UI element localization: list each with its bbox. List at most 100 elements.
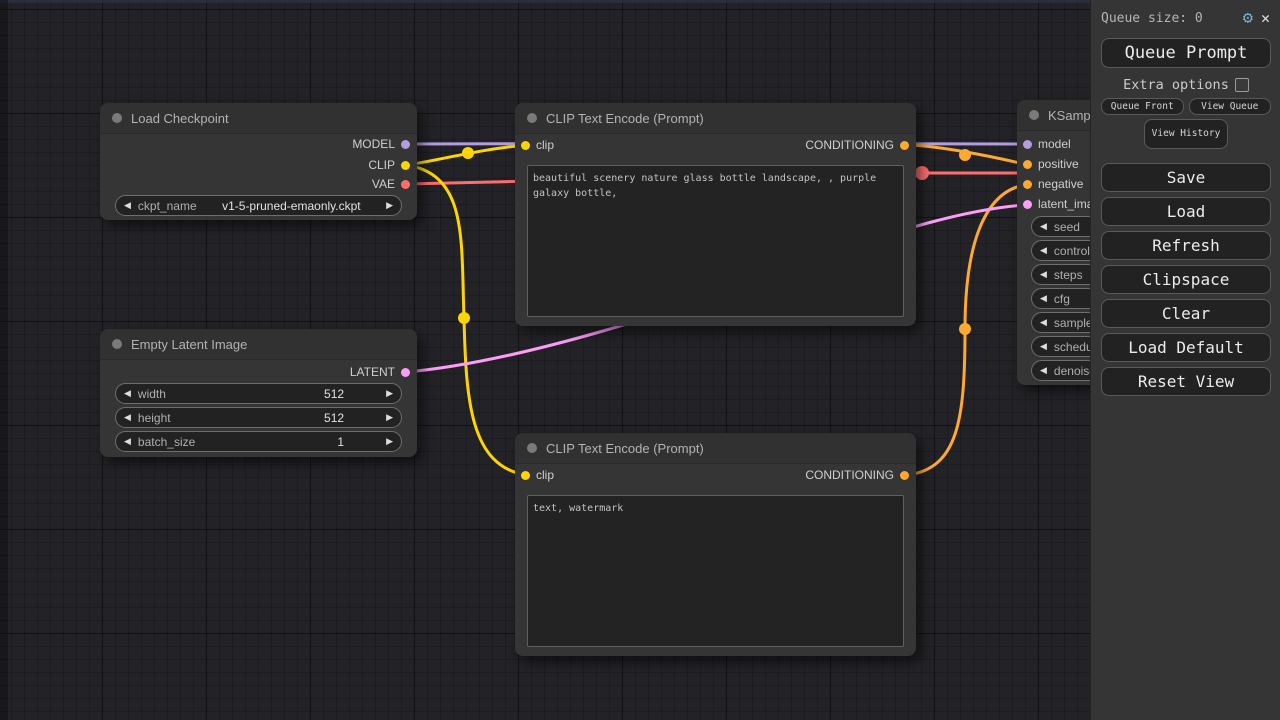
slot-label: positive <box>1038 157 1079 171</box>
right-arrow-icon[interactable]: ▶ <box>386 388 393 399</box>
output-slot-latent[interactable]: LATENT <box>350 365 410 379</box>
left-arrow-icon[interactable]: ◀ <box>124 436 131 447</box>
node-empty-latent-image[interactable]: Empty Latent Image LATENT ◀ width 512 ▶ … <box>100 329 417 457</box>
extra-options-label: Extra options <box>1123 77 1229 93</box>
conditioning-port-icon[interactable] <box>900 471 909 480</box>
collapse-dot-icon[interactable] <box>112 339 122 349</box>
ckpt-name-widget[interactable]: ◀ ckpt_name v1-5-pruned-emaonly.ckpt ▶ <box>115 195 402 216</box>
queue-controls-row: Queue Front View Queue <box>1101 98 1271 115</box>
output-slot-clip[interactable]: CLIP <box>368 158 410 172</box>
widget-value: 1 <box>337 435 344 449</box>
slot-label: model <box>1038 137 1071 151</box>
left-arrow-icon[interactable]: ◀ <box>1040 341 1047 352</box>
node-clip-text-encode-positive[interactable]: CLIP Text Encode (Prompt) clip CONDITION… <box>515 103 916 326</box>
clip-port-icon[interactable] <box>521 471 530 480</box>
left-arrow-icon[interactable]: ◀ <box>1040 245 1047 256</box>
menu-header: Queue size: 0 ⚙ ✕ <box>1091 0 1280 27</box>
load-default-button[interactable]: Load Default <box>1101 333 1271 362</box>
clipspace-button[interactable]: Clipspace <box>1101 265 1271 294</box>
canvas-top-edge <box>0 0 1280 3</box>
settings-gear-icon[interactable]: ⚙ <box>1243 10 1253 27</box>
close-icon[interactable]: ✕ <box>1261 11 1270 26</box>
left-arrow-icon[interactable]: ◀ <box>124 200 131 211</box>
node-load-checkpoint[interactable]: Load Checkpoint MODEL CLIP VAE ◀ ckpt_na… <box>100 103 417 220</box>
node-title: CLIP Text Encode (Prompt) <box>546 111 704 126</box>
extra-options-row: Extra options <box>1091 77 1280 93</box>
model-port-icon[interactable] <box>1023 140 1032 149</box>
left-arrow-icon[interactable]: ◀ <box>1040 365 1047 376</box>
widget-label: height <box>138 411 171 425</box>
node-title: CLIP Text Encode (Prompt) <box>546 441 704 456</box>
slot-label: CLIP <box>368 158 395 172</box>
clip-port-icon[interactable] <box>401 161 410 170</box>
vae-port-icon[interactable] <box>401 180 410 189</box>
clear-button[interactable]: Clear <box>1101 299 1271 328</box>
latent-port-icon[interactable] <box>401 368 410 377</box>
left-arrow-icon[interactable]: ◀ <box>124 388 131 399</box>
node-title-bar[interactable]: CLIP Text Encode (Prompt) <box>515 103 916 134</box>
refresh-button[interactable]: Refresh <box>1101 231 1271 260</box>
node-clip-text-encode-negative[interactable]: CLIP Text Encode (Prompt) clip CONDITION… <box>515 433 916 656</box>
input-slot-clip[interactable]: clip <box>521 138 554 152</box>
batch-size-widget[interactable]: ◀ batch_size 1 ▶ <box>115 431 402 452</box>
widget-label: batch_size <box>138 435 195 449</box>
node-title: Empty Latent Image <box>131 337 247 352</box>
right-arrow-icon[interactable]: ▶ <box>386 200 393 211</box>
collapse-dot-icon[interactable] <box>112 113 122 123</box>
node-title: Load Checkpoint <box>131 111 229 126</box>
save-button[interactable]: Save <box>1101 163 1271 192</box>
latent-port-icon[interactable] <box>1023 200 1032 209</box>
widget-value: 512 <box>324 411 344 425</box>
view-history-button[interactable]: View History <box>1144 119 1228 149</box>
slot-label: CONDITIONING <box>805 468 894 482</box>
right-arrow-icon[interactable]: ▶ <box>386 436 393 447</box>
view-queue-button[interactable]: View Queue <box>1189 98 1272 115</box>
node-title-bar[interactable]: Load Checkpoint <box>100 103 417 134</box>
widget-label: width <box>138 387 166 401</box>
node-title-bar[interactable]: Empty Latent Image <box>100 329 417 360</box>
widget-value: v1-5-pruned-emaonly.ckpt <box>222 199 361 213</box>
widget-label: steps <box>1054 268 1083 282</box>
main-menu-panel: Queue size: 0 ⚙ ✕ Queue Prompt Extra opt… <box>1090 0 1280 720</box>
slot-label: VAE <box>372 177 395 191</box>
conditioning-port-icon[interactable] <box>1023 160 1032 169</box>
height-widget[interactable]: ◀ height 512 ▶ <box>115 407 402 428</box>
output-slot-vae[interactable]: VAE <box>372 177 410 191</box>
left-arrow-icon[interactable]: ◀ <box>1040 221 1047 232</box>
queue-prompt-button[interactable]: Queue Prompt <box>1101 38 1271 68</box>
input-slot-positive[interactable]: positive <box>1023 157 1079 171</box>
widget-label: ckpt_name <box>138 199 197 213</box>
queue-front-button[interactable]: Queue Front <box>1101 98 1184 115</box>
prompt-textarea[interactable]: text, watermark <box>527 495 904 647</box>
queue-size-label: Queue size: 0 <box>1101 11 1203 26</box>
node-title-bar[interactable]: CLIP Text Encode (Prompt) <box>515 433 916 464</box>
output-slot-model[interactable]: MODEL <box>352 137 410 151</box>
model-port-icon[interactable] <box>401 140 410 149</box>
prompt-textarea[interactable]: beautiful scenery nature glass bottle la… <box>527 165 904 317</box>
slot-label: CONDITIONING <box>805 138 894 152</box>
collapse-dot-icon[interactable] <box>527 113 537 123</box>
input-slot-model[interactable]: model <box>1023 137 1071 151</box>
extra-options-checkbox[interactable] <box>1235 78 1249 92</box>
left-arrow-icon[interactable]: ◀ <box>1040 269 1047 280</box>
slot-label: clip <box>536 468 554 482</box>
conditioning-port-icon[interactable] <box>1023 180 1032 189</box>
widget-value: 512 <box>324 387 344 401</box>
left-arrow-icon[interactable]: ◀ <box>1040 293 1047 304</box>
left-arrow-icon[interactable]: ◀ <box>1040 317 1047 328</box>
output-slot-conditioning[interactable]: CONDITIONING <box>805 138 909 152</box>
reset-view-button[interactable]: Reset View <box>1101 367 1271 396</box>
conditioning-port-icon[interactable] <box>900 141 909 150</box>
input-slot-negative[interactable]: negative <box>1023 177 1083 191</box>
input-slot-clip[interactable]: clip <box>521 468 554 482</box>
left-arrow-icon[interactable]: ◀ <box>124 412 131 423</box>
load-button[interactable]: Load <box>1101 197 1271 226</box>
widget-label: seed <box>1054 220 1080 234</box>
output-slot-conditioning[interactable]: CONDITIONING <box>805 468 909 482</box>
collapse-dot-icon[interactable] <box>527 443 537 453</box>
clip-port-icon[interactable] <box>521 141 530 150</box>
width-widget[interactable]: ◀ width 512 ▶ <box>115 383 402 404</box>
collapse-dot-icon[interactable] <box>1029 110 1039 120</box>
widget-label: cfg <box>1054 292 1070 306</box>
right-arrow-icon[interactable]: ▶ <box>386 412 393 423</box>
